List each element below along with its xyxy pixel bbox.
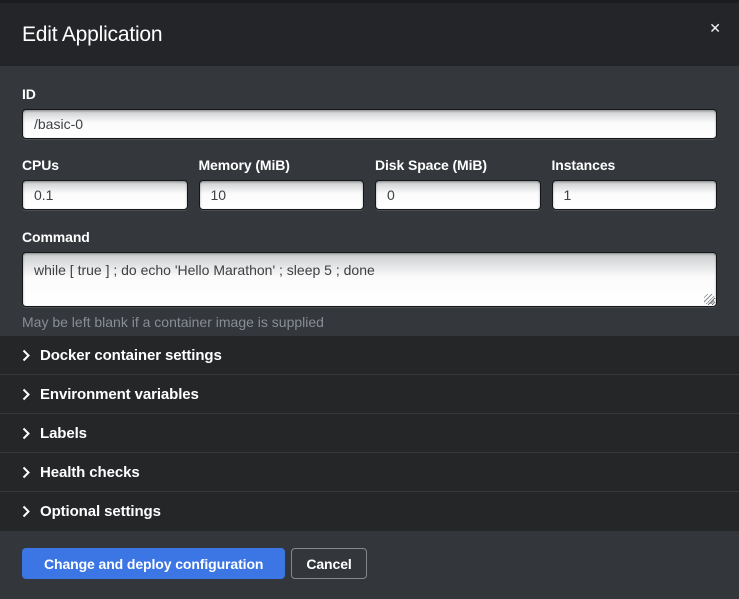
chevron-right-icon: [22, 505, 30, 518]
cpus-input[interactable]: [22, 180, 188, 210]
chevron-right-icon: [22, 466, 30, 479]
cancel-button[interactable]: Cancel: [291, 548, 366, 579]
chevron-right-icon: [22, 349, 30, 362]
close-icon[interactable]: ✕: [705, 17, 725, 39]
collapsible-sections: Docker container settings Environment va…: [0, 336, 739, 531]
change-and-deploy-button[interactable]: Change and deploy configuration: [22, 548, 285, 579]
resources-row: CPUs Memory (MiB) Disk Space (MiB) Insta…: [22, 157, 717, 210]
section-health-checks[interactable]: Health checks: [0, 453, 739, 492]
section-docker-container-settings[interactable]: Docker container settings: [0, 336, 739, 375]
command-textarea[interactable]: while [ true ] ; do echo 'Hello Marathon…: [22, 252, 717, 307]
memory-input[interactable]: [199, 180, 365, 210]
chevron-right-icon: [22, 388, 30, 401]
cpus-field-group: CPUs: [22, 157, 188, 210]
disk-input[interactable]: [375, 180, 541, 210]
section-label: Docker container settings: [40, 347, 222, 364]
disk-field-group: Disk Space (MiB): [375, 157, 541, 210]
section-label: Optional settings: [40, 503, 161, 520]
id-input[interactable]: [22, 109, 717, 139]
section-labels[interactable]: Labels: [0, 414, 739, 453]
modal-title: Edit Application: [22, 23, 162, 47]
modal-header: Edit Application ✕: [0, 3, 739, 66]
section-label: Labels: [40, 425, 87, 442]
modal-footer: Change and deploy configuration Cancel: [0, 531, 739, 599]
instances-field-group: Instances: [552, 157, 718, 210]
instances-input[interactable]: [552, 180, 718, 210]
section-label: Environment variables: [40, 386, 199, 403]
cpus-label: CPUs: [22, 157, 188, 173]
edit-application-modal: Edit Application ✕ ID CPUs Memory (MiB) …: [0, 0, 739, 599]
command-help-text: May be left blank if a container image i…: [22, 314, 717, 330]
instances-label: Instances: [552, 157, 718, 173]
memory-label: Memory (MiB): [199, 157, 365, 173]
command-label: Command: [22, 229, 717, 245]
section-environment-variables[interactable]: Environment variables: [0, 375, 739, 414]
section-optional-settings[interactable]: Optional settings: [0, 492, 739, 531]
application-form: ID CPUs Memory (MiB) Disk Space (MiB) In…: [0, 66, 739, 336]
section-label: Health checks: [40, 464, 140, 481]
chevron-right-icon: [22, 427, 30, 440]
id-field-group: ID: [22, 86, 717, 139]
command-field-group: Command while [ true ] ; do echo 'Hello …: [22, 229, 717, 330]
memory-field-group: Memory (MiB): [199, 157, 365, 210]
id-label: ID: [22, 86, 717, 102]
disk-label: Disk Space (MiB): [375, 157, 541, 173]
